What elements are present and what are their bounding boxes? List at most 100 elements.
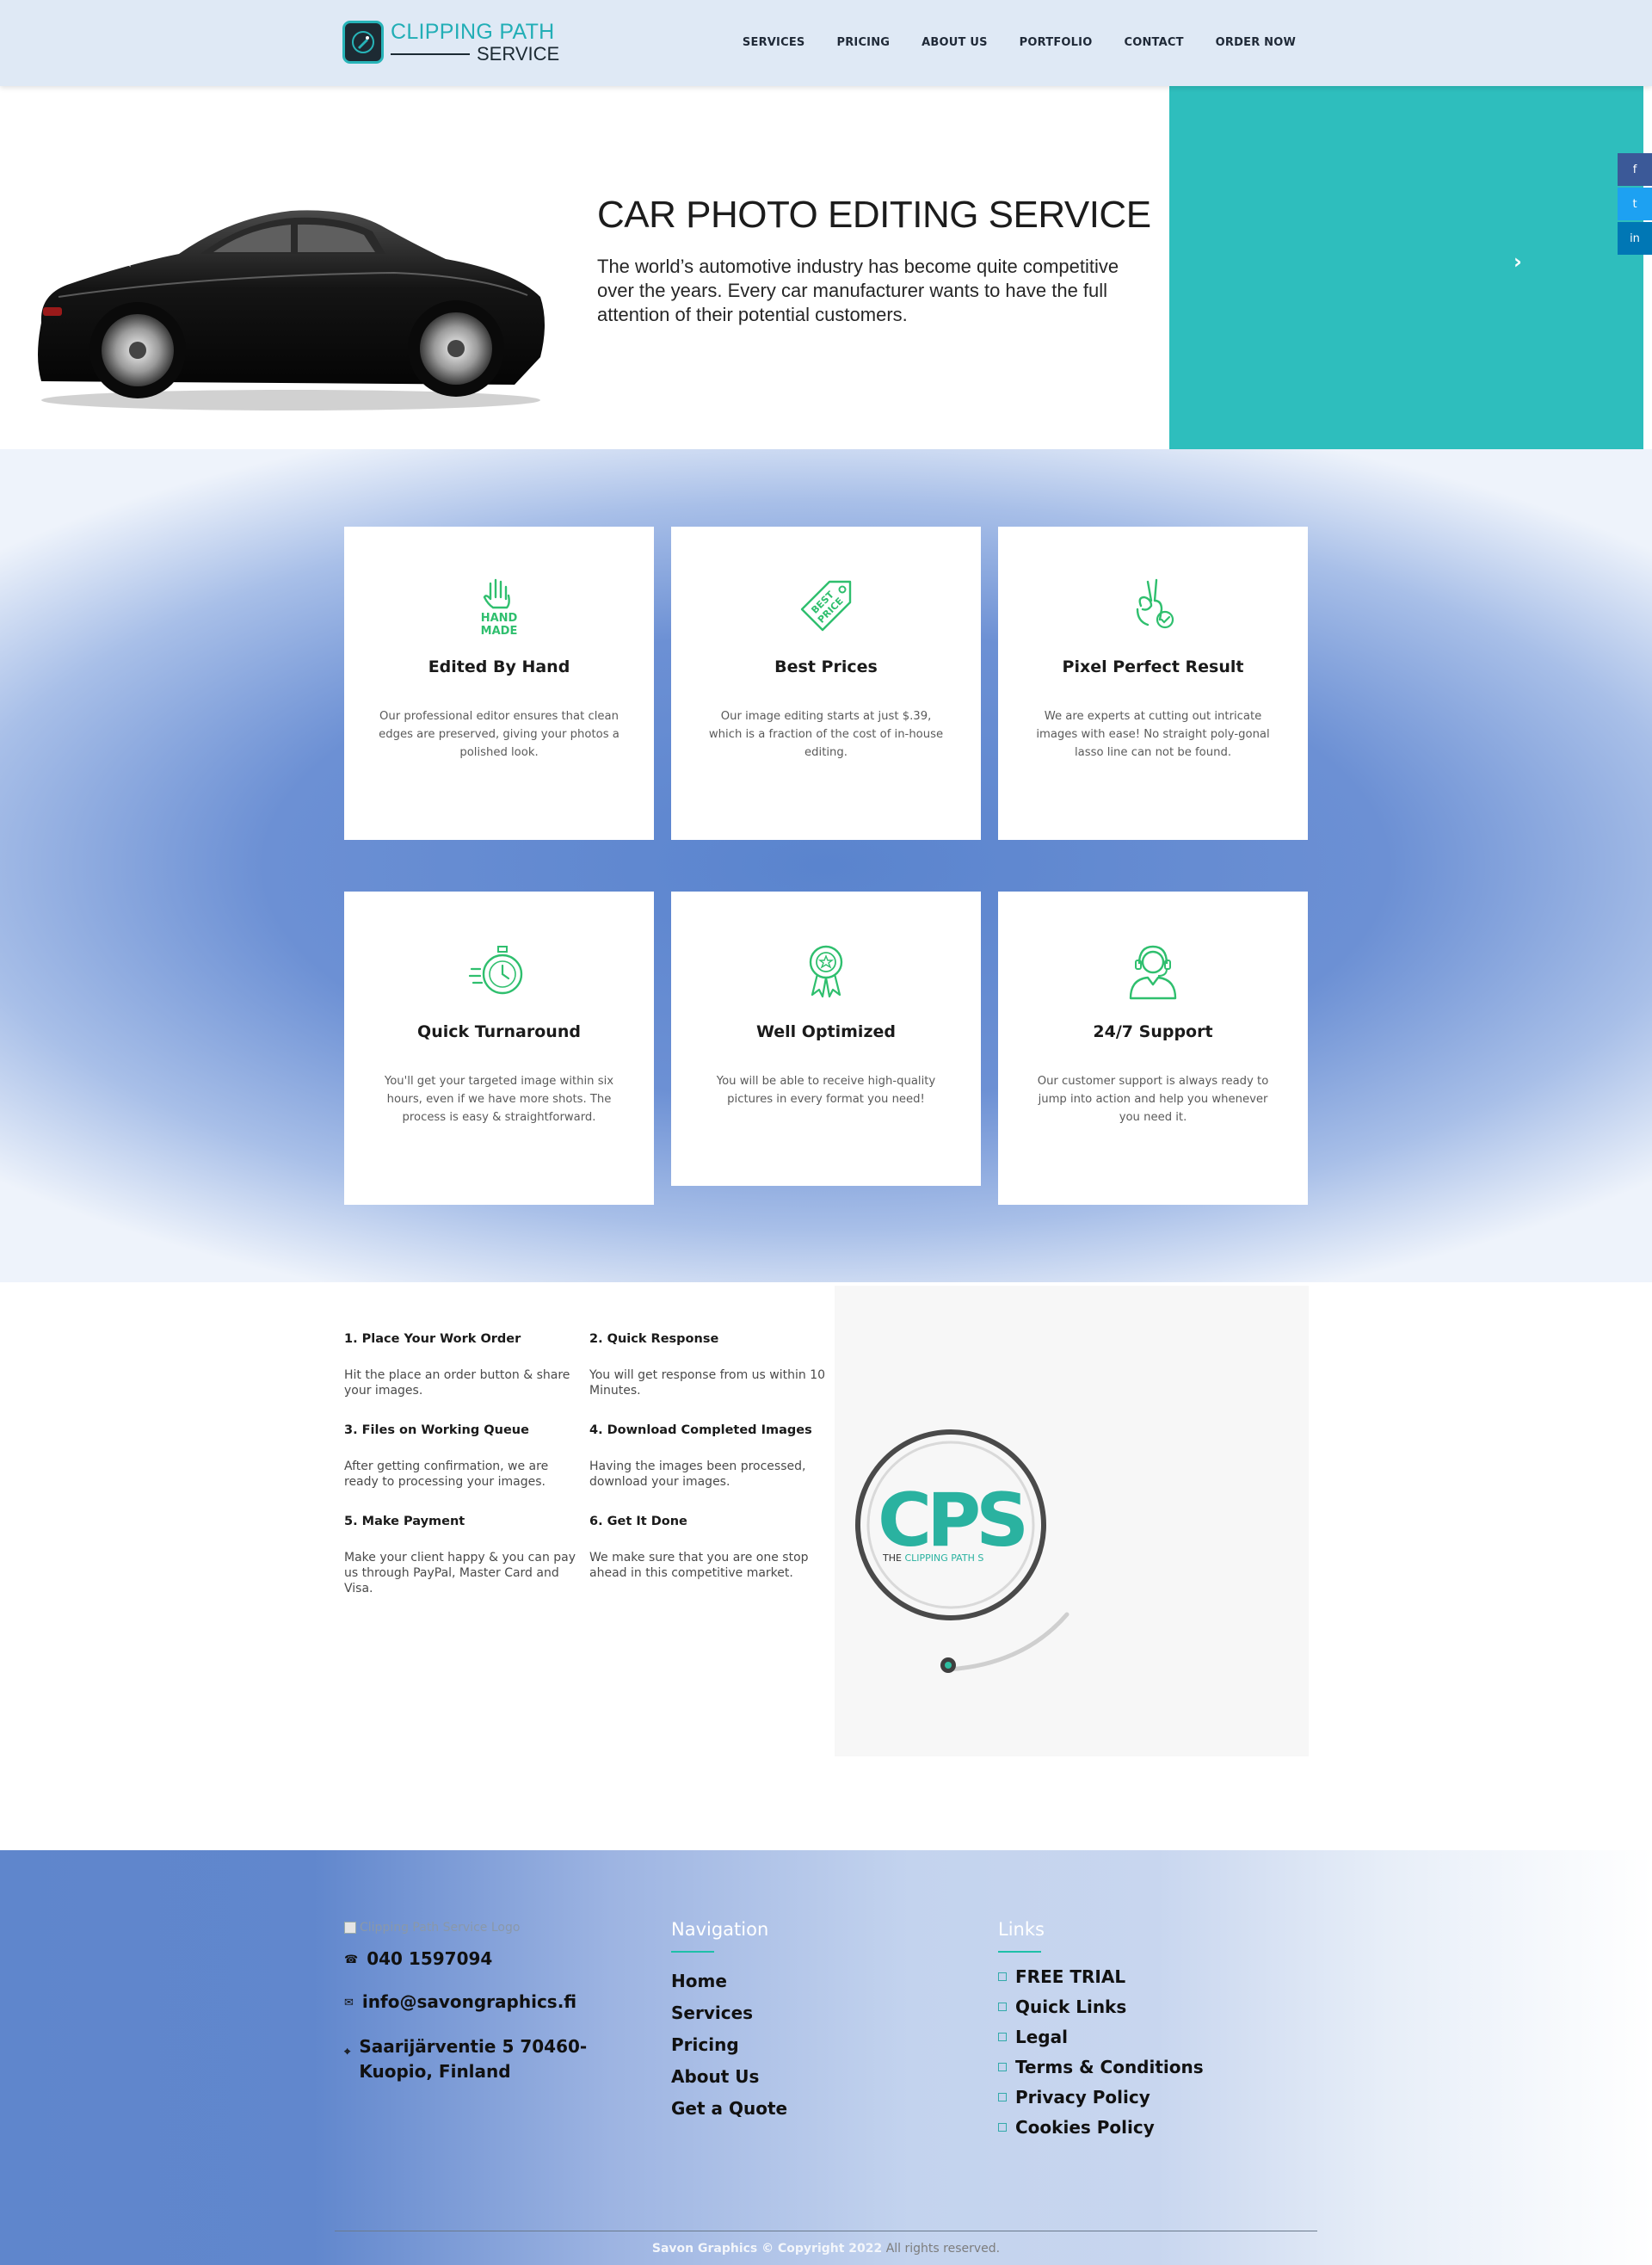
footer-address: ⌖ Saarijärventie 5 70460- Kuopio, Finlan… — [344, 2034, 654, 2084]
nav-about-us[interactable]: ABOUT US — [922, 36, 988, 49]
feature-title: Best Prices — [774, 657, 878, 676]
step-title: 1. Place Your Work Order — [344, 1332, 521, 1346]
step-text: Hit the place an order button & share yo… — [344, 1368, 570, 1398]
heading-underline — [998, 1951, 1041, 1953]
site-logo[interactable]: CLIPPING PATH SERVICE — [342, 21, 559, 64]
nav-services[interactable]: SERVICES — [743, 36, 805, 49]
step-title: 2. Quick Response — [589, 1332, 719, 1346]
footer-link-privacy[interactable]: Privacy Policy — [998, 2087, 1150, 2108]
footer-logo: Clipping Path Service Logo — [344, 1921, 520, 1935]
step-title: 6. Get It Done — [589, 1515, 687, 1528]
feature-title: Edited By Hand — [428, 657, 570, 676]
award-badge-icon — [671, 940, 981, 1002]
footer-link-terms[interactable]: Terms & Conditions — [998, 2057, 1204, 2077]
hero-accent-panel — [1169, 86, 1643, 449]
feature-text: Our image editing starts at just $.39, w… — [708, 710, 944, 759]
step-text: You will get response from us within 10 … — [589, 1368, 826, 1398]
logo-title: CLIPPING PATH — [391, 19, 555, 44]
step-text: We make sure that you are one stop ahead… — [589, 1551, 809, 1580]
step-text: Make your client happy & you can pay us … — [344, 1551, 576, 1595]
footer-nav-home[interactable]: Home — [671, 1971, 727, 1991]
link-label: Terms & Conditions — [1015, 2057, 1204, 2077]
link-label: Privacy Policy — [1015, 2087, 1150, 2108]
step-text: After getting confirmation, we are ready… — [344, 1460, 549, 1489]
footer-nav-about-us[interactable]: About Us — [671, 2066, 759, 2087]
hand-label: HAND — [481, 612, 518, 625]
facebook-icon: f — [1632, 163, 1637, 176]
list-bullet-icon — [998, 2033, 1007, 2041]
nav-pricing[interactable]: PRICING — [836, 36, 890, 49]
ok-hand-icon — [998, 575, 1308, 637]
heading-underline — [671, 1951, 714, 1953]
feature-title: 24/7 Support — [1093, 1022, 1213, 1041]
best-price-tag-icon: BEST PRICE — [671, 575, 981, 637]
footer-email[interactable]: ✉ info@savongraphics.fi — [344, 1991, 576, 2012]
cps-tagline: CLIPPING PATH S — [904, 1552, 983, 1564]
footer-link-free-trial[interactable]: FREE TRIAL — [998, 1966, 1125, 1987]
footer-link-quick-links[interactable]: Quick Links — [998, 1997, 1126, 2017]
feature-card-best-prices: BEST PRICE Best Prices Our image editing… — [671, 527, 981, 840]
step-item: 3. Files on Working Queue After getting … — [344, 1423, 581, 1490]
cps-tagline-prefix: THE — [882, 1552, 904, 1564]
link-label: Quick Links — [1015, 1997, 1127, 2017]
broken-image-icon — [344, 1922, 356, 1934]
cps-logo-graphic: CPS THE CLIPPING PATH S — [855, 1429, 1069, 1673]
footer-nav-pricing[interactable]: Pricing — [671, 2034, 739, 2055]
feature-text: We are experts at cutting out intricate … — [1036, 710, 1270, 759]
chevron-left-icon[interactable]: ‹ — [124, 250, 133, 274]
step-item: 1. Place Your Work Order Hit the place a… — [344, 1332, 581, 1398]
footer-nav-services[interactable]: Services — [671, 2003, 753, 2023]
phone-text: 040 1597094 — [367, 1948, 493, 1969]
logo-subtitle: SERVICE — [477, 42, 560, 65]
list-bullet-icon — [998, 2063, 1007, 2071]
chevron-right-icon[interactable]: › — [1513, 250, 1522, 274]
hand-made-icon: HAND MADE — [344, 575, 654, 637]
twitter-share-button[interactable]: t — [1618, 188, 1652, 220]
linkedin-icon: in — [1630, 231, 1640, 245]
phone-icon: ☎ — [344, 1953, 359, 1966]
footer-link-legal[interactable]: Legal — [998, 2027, 1068, 2047]
twitter-icon: t — [1632, 197, 1637, 211]
hero-slider: ‹ CAR PHOTO EDITING SERVICE The world’s … — [0, 86, 1652, 449]
nav-portfolio[interactable]: PORTFOLIO — [1020, 36, 1093, 49]
footer-navigation-heading: Navigation — [671, 1919, 769, 1940]
feature-card-quick-turnaround: Quick Turnaround You'll get your targete… — [344, 892, 654, 1205]
copyright-rights: All rights reserved. — [882, 2242, 1001, 2256]
feature-card-pixel-perfect: Pixel Perfect Result We are experts at c… — [998, 527, 1308, 840]
step-item: 4. Download Completed Images Having the … — [589, 1423, 826, 1490]
nav-contact[interactable]: CONTACT — [1124, 36, 1183, 49]
footer-nav-get-a-quote[interactable]: Get a Quote — [671, 2098, 787, 2119]
step-title: 3. Files on Working Queue — [344, 1423, 529, 1437]
feature-text: Our customer support is always ready to … — [1037, 1075, 1269, 1124]
address-text: Saarijärventie 5 70460- Kuopio, Finland — [359, 2036, 588, 2082]
list-bullet-icon — [998, 2123, 1007, 2132]
site-footer: Clipping Path Service Logo ☎ 040 1597094… — [0, 1850, 1652, 2265]
svg-text:THE CLIPPING PATH S: THE CLIPPING PATH S — [882, 1552, 983, 1564]
feature-card-edited-by-hand: HAND MADE Edited By Hand Our professiona… — [344, 527, 654, 840]
step-item: 2. Quick Response You will get response … — [589, 1332, 826, 1398]
nav-order-now[interactable]: ORDER NOW — [1216, 36, 1296, 49]
list-bullet-icon — [998, 2093, 1007, 2101]
features-section: HAND MADE Edited By Hand Our professiona… — [0, 449, 1652, 1282]
cps-letters: CPS — [878, 1478, 1024, 1564]
feature-card-support: 24/7 Support Our customer support is alw… — [998, 892, 1308, 1205]
footer-logo-alt: Clipping Path Service Logo — [360, 1921, 521, 1935]
footer-link-cookies[interactable]: Cookies Policy — [998, 2117, 1155, 2138]
step-title: 5. Make Payment — [344, 1515, 465, 1528]
logo-divider — [391, 52, 470, 55]
pen-tool-icon — [342, 21, 384, 64]
feature-title: Pixel Perfect Result — [1062, 657, 1244, 676]
step-item: 6. Get It Done We make sure that you are… — [589, 1515, 826, 1581]
step-text: Having the images been processed, downlo… — [589, 1460, 806, 1489]
footer-phone[interactable]: ☎ 040 1597094 — [344, 1948, 492, 1969]
facebook-share-button[interactable]: f — [1618, 153, 1652, 186]
feature-text: You'll get your targeted image within si… — [384, 1075, 614, 1124]
copyright-owner: Savon Graphics © Copyright 2022 — [651, 2242, 883, 2256]
feature-card-well-optimized: Well Optimized You will be able to recei… — [671, 892, 981, 1186]
list-bullet-icon — [998, 2003, 1007, 2011]
copyright: Savon Graphics © Copyright 2022 All righ… — [0, 2242, 1652, 2256]
step-item: 5. Make Payment Make your client happy &… — [344, 1515, 581, 1596]
stopwatch-icon — [344, 940, 654, 1002]
linkedin-share-button[interactable]: in — [1618, 222, 1652, 255]
feature-text: You will be able to receive high-quality… — [716, 1075, 936, 1106]
